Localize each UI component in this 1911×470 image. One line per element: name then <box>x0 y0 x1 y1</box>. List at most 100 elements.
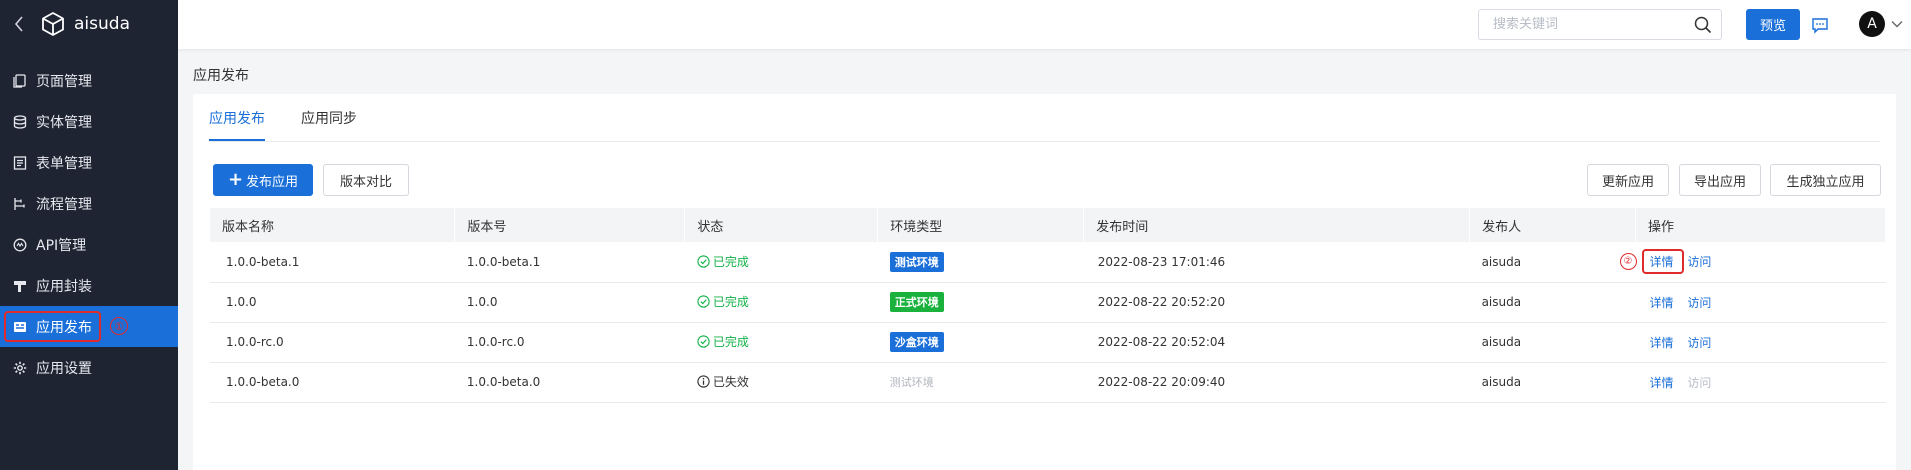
table-row: 1.0.0 1.0.0 已完成 正式环境 2022-08-22 20:52:20… <box>210 282 1886 323</box>
env-cell: 测试环境 <box>877 362 1084 403</box>
status-text: 已失效 <box>712 375 749 389</box>
update-app-button[interactable]: 更新应用 <box>1587 164 1669 196</box>
export-app-button[interactable]: 导出应用 <box>1679 164 1761 196</box>
sidebar-item-label: 流程管理 <box>36 196 92 213</box>
publish-app-button[interactable]: + 发布应用 <box>213 164 313 196</box>
version-name-cell: 1.0.0-rc.0 <box>210 322 455 363</box>
publish-time-cell: 2022-08-23 17:01:46 <box>1083 242 1470 283</box>
generate-standalone-button[interactable]: 生成独立应用 <box>1770 164 1881 196</box>
status-cell: 已完成 <box>684 242 878 283</box>
env-tag: 测试环境 <box>889 251 944 272</box>
table-row: 1.0.0-beta.0 1.0.0-beta.0 已失效 测试环境 2022-… <box>210 362 1886 403</box>
sidebar-item-label: 实体管理 <box>36 114 92 131</box>
sidebar: aisuda 页面管理 实体管理 表单管理 流程管理 API管理 应用封装 应用… <box>0 0 178 470</box>
tabs-divider <box>209 141 1880 142</box>
message-icon[interactable] <box>1811 16 1829 34</box>
version-number-cell: 1.0.0-beta.0 <box>454 362 685 403</box>
form-icon <box>12 155 28 171</box>
env-cell: 正式环境 <box>877 282 1084 323</box>
info-circle-icon <box>697 375 710 388</box>
avatar[interactable]: A <box>1859 11 1885 37</box>
back-arrow-icon[interactable] <box>10 15 28 33</box>
main-content: 应用发布 应用发布 应用同步 + 发布应用 版本对比 更新应用 导出应用 生成独… <box>178 49 1911 470</box>
sidebar-item-package[interactable]: 应用封装 <box>0 265 178 306</box>
env-cell: 测试环境 <box>877 242 1084 283</box>
visit-link[interactable]: 访问 <box>1687 296 1711 310</box>
column-header: 版本号 <box>454 208 686 242</box>
detail-link[interactable]: 详情 <box>1650 376 1674 390</box>
env-tag: 正式环境 <box>889 292 944 312</box>
column-header: 状态 <box>684 208 879 242</box>
status-cell: 已失效 <box>684 362 878 403</box>
tab-bar: 应用发布 应用同步 <box>209 94 393 141</box>
content-panel: 应用发布 应用同步 + 发布应用 版本对比 更新应用 导出应用 生成独立应用 版… <box>193 94 1896 470</box>
status-badge: 已完成 <box>697 333 749 350</box>
sidebar-item-label: 应用设置 <box>36 360 92 377</box>
sidebar-item-pages[interactable]: 页面管理 <box>0 60 178 101</box>
table-row: 1.0.0-rc.0 1.0.0-rc.0 已完成 沙盒环境 2022-08-2… <box>210 322 1886 363</box>
detail-link[interactable]: 详情 <box>1650 336 1674 350</box>
column-header: 版本名称 <box>210 208 456 242</box>
env-tag: 沙盒环境 <box>889 332 944 352</box>
visit-link[interactable]: 访问 <box>1687 255 1711 269</box>
brand-bar: aisuda <box>0 0 178 48</box>
sidebar-item-label: API管理 <box>36 237 87 254</box>
top-header: 预览 A <box>178 0 1911 49</box>
sidebar-item-flows[interactable]: 流程管理 <box>0 183 178 224</box>
compare-versions-button[interactable]: 版本对比 <box>323 164 409 196</box>
publish-time-cell: 2022-08-22 20:09:40 <box>1083 362 1470 403</box>
gear-icon <box>12 360 28 376</box>
detail-link[interactable]: 详情 <box>1650 296 1674 310</box>
search-input[interactable] <box>1479 10 1684 39</box>
operations-cell: 详情 访问 <box>1635 362 1886 403</box>
env-cell: 沙盒环境 <box>877 322 1084 363</box>
publish-app-label: 发布应用 <box>246 174 299 190</box>
publisher-cell: aisuda <box>1469 242 1636 283</box>
column-header: 操作 <box>1635 208 1886 242</box>
visit-link[interactable]: 访问 <box>1687 336 1711 350</box>
flow-icon <box>12 196 28 212</box>
annotation-marker: ① <box>110 317 128 335</box>
tab-sync[interactable]: 应用同步 <box>301 94 357 141</box>
preview-button[interactable]: 预览 <box>1746 9 1800 40</box>
api-icon <box>12 237 28 253</box>
check-circle-icon <box>697 295 710 308</box>
status-badge: 已失效 <box>697 373 749 390</box>
sidebar-item-entities[interactable]: 实体管理 <box>0 101 178 142</box>
chevron-down-icon[interactable] <box>1891 18 1903 30</box>
sidebar-item-forms[interactable]: 表单管理 <box>0 142 178 183</box>
publisher-cell: aisuda <box>1469 282 1636 323</box>
status-text: 已完成 <box>712 335 749 349</box>
highlight-box <box>4 311 101 342</box>
status-badge: 已完成 <box>697 293 749 310</box>
check-circle-icon <box>697 335 710 348</box>
status-cell: 已完成 <box>684 322 878 363</box>
operations-cell: 详情 访问 <box>1635 322 1886 363</box>
versions-table: 版本名称 版本号 状态 环境类型 发布时间 发布人 操作 1.0.0-beta.… <box>210 208 1886 403</box>
operations-cell: 详情 访问 <box>1635 282 1886 323</box>
pages-icon <box>12 73 28 89</box>
column-header: 发布时间 <box>1083 208 1471 242</box>
column-header: 发布人 <box>1469 208 1637 242</box>
page-title: 应用发布 <box>193 68 249 84</box>
tab-publish[interactable]: 应用发布 <box>209 94 265 141</box>
plus-icon: + <box>227 169 244 190</box>
version-name-cell: 1.0.0-beta.1 <box>210 242 455 283</box>
search-icon[interactable] <box>1694 16 1712 34</box>
table-row: 1.0.0-beta.1 1.0.0-beta.1 已完成 测试环境 2022-… <box>210 242 1886 283</box>
sidebar-item-publish[interactable]: 应用发布 ① <box>0 306 178 347</box>
table-header-row: 版本名称 版本号 状态 环境类型 发布时间 发布人 操作 <box>210 208 1886 242</box>
version-number-cell: 1.0.0 <box>454 282 685 323</box>
package-icon <box>12 278 28 294</box>
app-name: aisuda <box>74 14 130 34</box>
cube-logo-icon <box>40 11 66 37</box>
sidebar-item-api[interactable]: API管理 <box>0 224 178 265</box>
search-box <box>1478 9 1722 40</box>
status-text: 已完成 <box>712 295 749 309</box>
annotation-marker: ② <box>1619 253 1637 270</box>
sidebar-item-settings[interactable]: 应用设置 <box>0 347 178 388</box>
operations-cell: ② 详情 访问 <box>1619 242 1886 283</box>
database-icon <box>12 114 28 130</box>
sidebar-item-label: 表单管理 <box>36 155 92 172</box>
check-circle-icon <box>697 255 710 268</box>
